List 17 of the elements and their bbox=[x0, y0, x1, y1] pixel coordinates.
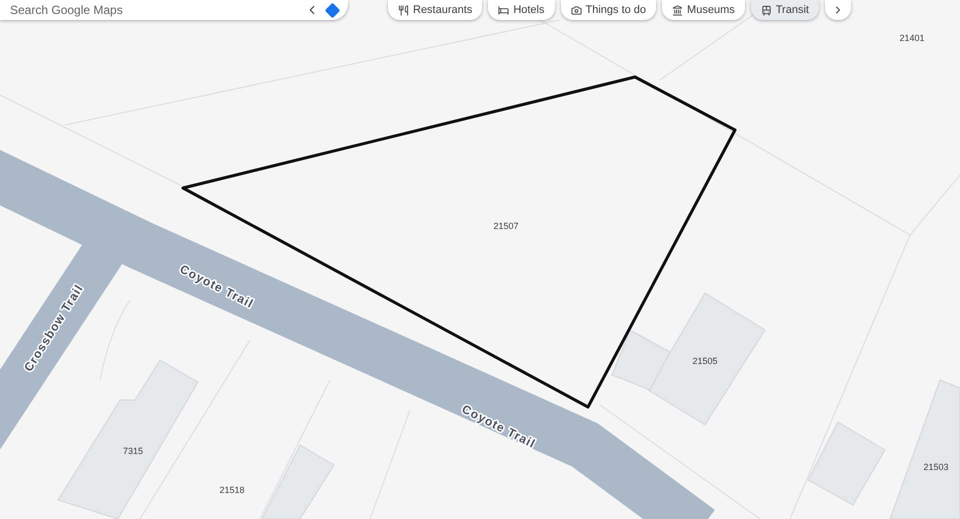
hotels-icon bbox=[498, 4, 510, 16]
parcel-number: 21507 bbox=[493, 221, 519, 231]
parcel-number: 21518 bbox=[219, 485, 245, 495]
museums-icon bbox=[672, 4, 684, 16]
search-field[interactable]: Search Google Maps bbox=[8, 2, 297, 18]
parcel-number: 21401 bbox=[899, 33, 925, 43]
parcel-number: 21503 bbox=[923, 462, 949, 472]
category-chip[interactable]: Transit bbox=[750, 0, 819, 20]
search-bar[interactable]: Search Google Maps bbox=[0, 0, 348, 20]
category-chip[interactable]: Hotels bbox=[488, 0, 554, 20]
category-chip[interactable]: Things to do bbox=[560, 0, 656, 20]
parcel-number: 7315 bbox=[122, 446, 144, 456]
transit-icon bbox=[760, 4, 772, 16]
category-chip[interactable]: Restaurants bbox=[388, 0, 482, 20]
parcel-number: 21505 bbox=[692, 356, 718, 366]
restaurants-icon bbox=[398, 4, 409, 16]
category-chip[interactable]: Museums bbox=[662, 0, 745, 20]
